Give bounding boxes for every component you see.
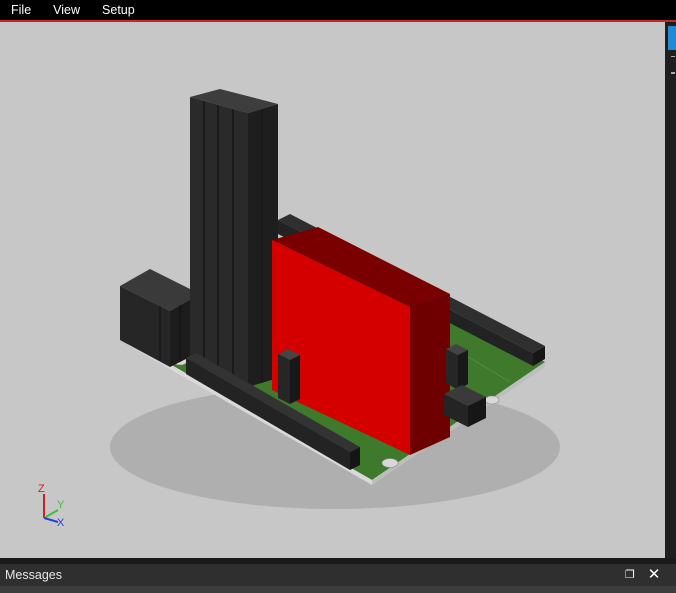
close-icon[interactable]: ✕: [647, 567, 661, 582]
messages-panel-body: [0, 586, 676, 593]
x-axis-label: X: [57, 517, 65, 529]
strip-marker: [671, 72, 675, 74]
mounting-hole: [484, 395, 500, 405]
side-panel-tab[interactable]: [668, 26, 676, 50]
menu-view[interactable]: View: [42, 0, 91, 20]
left-block-component[interactable]: [120, 269, 200, 367]
z-axis-label: Z: [38, 483, 45, 495]
3d-viewport[interactable]: Z Y X: [0, 22, 665, 558]
mounting-hole: [381, 458, 399, 468]
tall-stacked-headers[interactable]: [190, 89, 278, 387]
restore-window-icon[interactable]: ❐: [625, 569, 637, 581]
x-axis-line: [43, 517, 59, 523]
y-axis-line: [43, 509, 59, 519]
strip-marker: [671, 56, 675, 57]
axis-triad: Z Y X: [38, 483, 65, 529]
menu-setup[interactable]: Setup: [91, 0, 146, 20]
pin-post[interactable]: [278, 349, 300, 404]
menu-bar: File View Setup: [0, 0, 676, 20]
messages-title: Messages: [5, 568, 62, 582]
messages-panel-header: Messages ❐ ✕: [0, 564, 676, 586]
y-axis-label: Y: [57, 499, 65, 511]
menu-file[interactable]: File: [0, 0, 42, 20]
pcb-3d-render[interactable]: Z Y X: [0, 22, 665, 558]
right-panel-strip: [665, 22, 676, 558]
